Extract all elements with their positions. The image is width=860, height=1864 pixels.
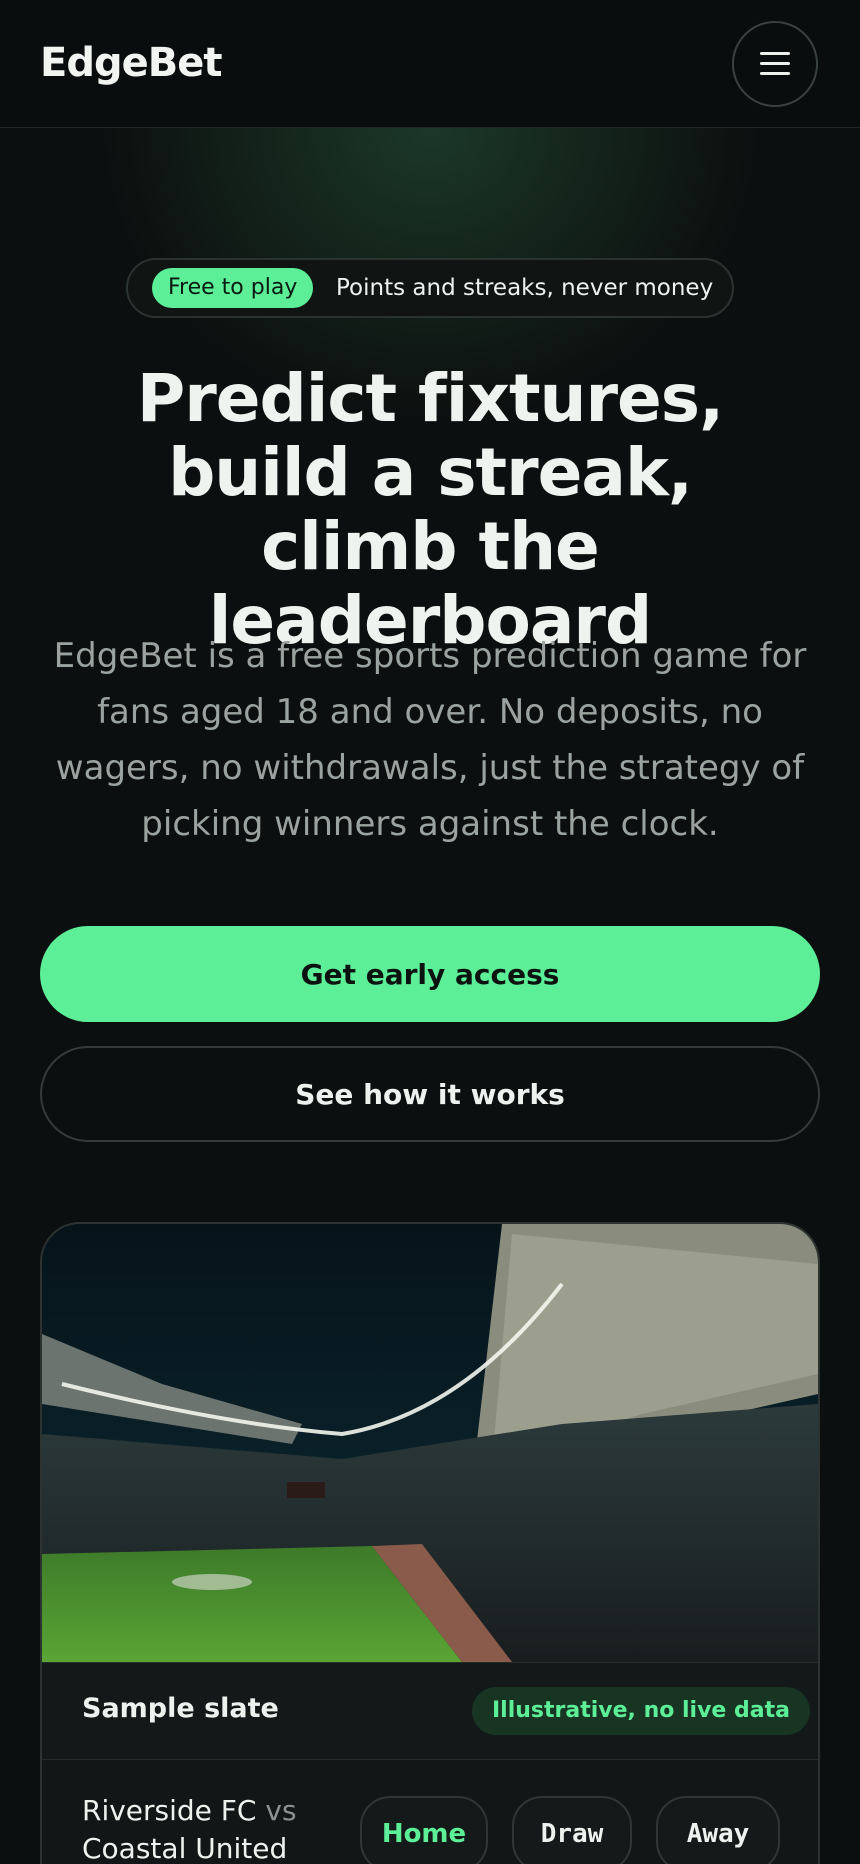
- vs-separator: vs: [265, 1794, 297, 1827]
- pick-away-button[interactable]: Away: [656, 1796, 780, 1864]
- pick-draw-button[interactable]: Draw: [512, 1796, 632, 1864]
- slate-header: Sample slate Illustrative, no live data: [42, 1662, 818, 1760]
- sample-slate-card: Sample slate Illustrative, no live data …: [40, 1222, 820, 1864]
- hamburger-menu-icon: [760, 52, 790, 76]
- badge-pill: Free to play: [152, 268, 314, 308]
- menu-button[interactable]: [732, 21, 818, 107]
- illustrative-tag: Illustrative, no live data: [472, 1687, 810, 1735]
- home-team: Riverside FC: [82, 1794, 257, 1827]
- stadium-image: [42, 1224, 818, 1662]
- see-how-it-works-button[interactable]: See how it works: [40, 1046, 820, 1142]
- hero-title: Predict fixtures, build a streak, climb …: [136, 360, 724, 659]
- hero-description: EdgeBet is a free sports prediction game…: [53, 636, 807, 844]
- logo[interactable]: EdgeBet: [40, 40, 222, 86]
- slate-title: Sample slate: [82, 1693, 279, 1724]
- fixture-name: Riverside FC vs Coastal United: [82, 1792, 362, 1864]
- away-team: Coastal United: [82, 1832, 288, 1864]
- get-early-access-button[interactable]: Get early access: [40, 926, 820, 1022]
- free-to-play-badge: Free to play Points and streaks, never m…: [126, 258, 734, 318]
- badge-text: Points and streaks, never money: [336, 275, 714, 301]
- pick-home-button[interactable]: Home: [360, 1796, 488, 1864]
- site-header: EdgeBet: [0, 0, 860, 128]
